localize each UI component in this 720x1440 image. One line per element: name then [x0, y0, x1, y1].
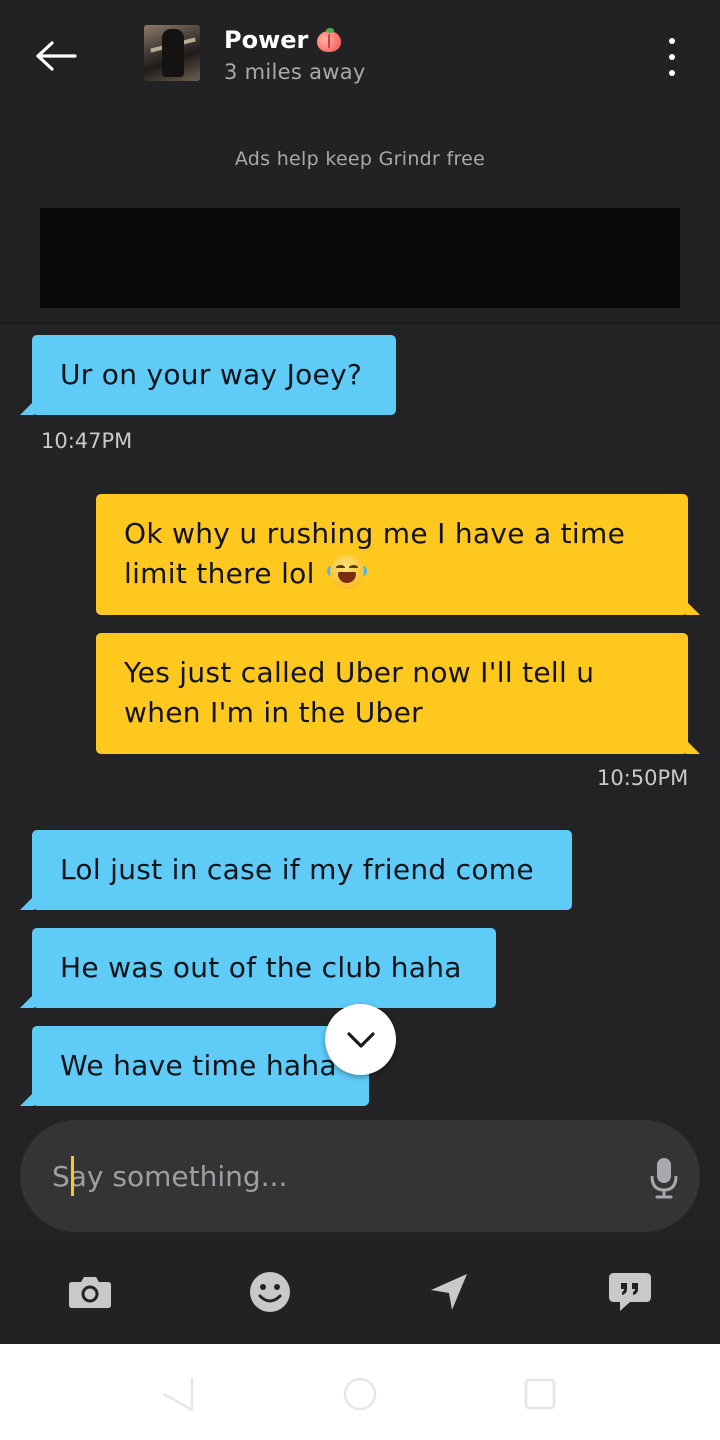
message-text: He was out of the club haha: [60, 951, 462, 984]
message-timestamp: 10:47PM: [41, 429, 133, 453]
chat-toolbar: [0, 1240, 720, 1344]
profile-name[interactable]: Power: [224, 26, 342, 54]
peach-emoji-icon: [316, 28, 342, 52]
smiley-icon: [250, 1272, 290, 1312]
camera-button[interactable]: [60, 1262, 120, 1322]
text-cursor: [71, 1156, 74, 1196]
message-text: Yes just called Uber now I'll tell u: [124, 656, 595, 689]
message-text: We have time haha: [60, 1049, 337, 1082]
message-text: limit there lol: [124, 557, 315, 590]
ad-banner[interactable]: [40, 208, 680, 308]
vertical-dots-icon-dot: [669, 54, 675, 60]
scroll-to-bottom-button[interactable]: [325, 1004, 396, 1075]
vertical-dots-icon-dot: [669, 70, 675, 76]
message-text-line: limit there lol: [124, 554, 660, 594]
nav-home-icon[interactable]: [340, 1374, 380, 1414]
ad-section: Ads help keep Grindr free: [0, 110, 720, 324]
message-text: Ok why u rushing me I have a time: [124, 517, 626, 550]
more-options-button[interactable]: [650, 34, 694, 80]
message-composer: [20, 1120, 700, 1232]
camera-icon: [69, 1277, 111, 1308]
incoming-message[interactable]: He was out of the club haha: [20, 928, 496, 1008]
avatar-photo-figure: [162, 29, 184, 77]
message-text: Ur on your way Joey?: [60, 358, 363, 391]
outgoing-message[interactable]: Ok why u rushing me I have a time limit …: [96, 494, 700, 615]
voice-message-button[interactable]: [640, 1154, 688, 1202]
ad-caption: Ads help keep Grindr free: [234, 148, 486, 170]
chevron-down-icon: [346, 1031, 375, 1048]
message-text: Lol just in case if my friend come: [60, 853, 534, 886]
incoming-message[interactable]: Lol just in case if my friend come: [20, 830, 572, 910]
message-timestamp: 10:50PM: [597, 766, 689, 790]
send-location-button[interactable]: [419, 1262, 479, 1322]
chat-header: Power 3 miles away: [0, 0, 720, 110]
laughing-emoji-icon: [326, 555, 367, 589]
system-navigation-bar: [0, 1344, 720, 1440]
nav-back-icon[interactable]: [158, 1374, 198, 1414]
emoji-button[interactable]: [240, 1262, 300, 1322]
location-arrow-icon: [431, 1274, 467, 1310]
distance-label: 3 miles away: [224, 60, 366, 84]
back-button[interactable]: [30, 32, 82, 80]
saved-phrases-button[interactable]: [600, 1262, 660, 1322]
profile-name-text: Power: [224, 26, 309, 54]
incoming-message[interactable]: We have time haha: [20, 1026, 369, 1106]
arrow-left-icon: [36, 41, 77, 71]
avatar[interactable]: [144, 25, 200, 81]
message-list[interactable]: Ur on your way Joey? 10:47PM Ok why u ru…: [0, 326, 720, 1120]
outgoing-message[interactable]: Yes just called Uber now I'll tell u whe…: [96, 633, 700, 754]
message-text: when I'm in the Uber: [124, 696, 423, 729]
incoming-message[interactable]: Ur on your way Joey?: [20, 335, 396, 415]
microphone-icon: [650, 1158, 678, 1199]
message-input[interactable]: [52, 1148, 612, 1204]
nav-recents-icon[interactable]: [520, 1374, 560, 1414]
vertical-dots-icon: [669, 38, 675, 44]
saved-phrases-icon: [609, 1273, 651, 1311]
